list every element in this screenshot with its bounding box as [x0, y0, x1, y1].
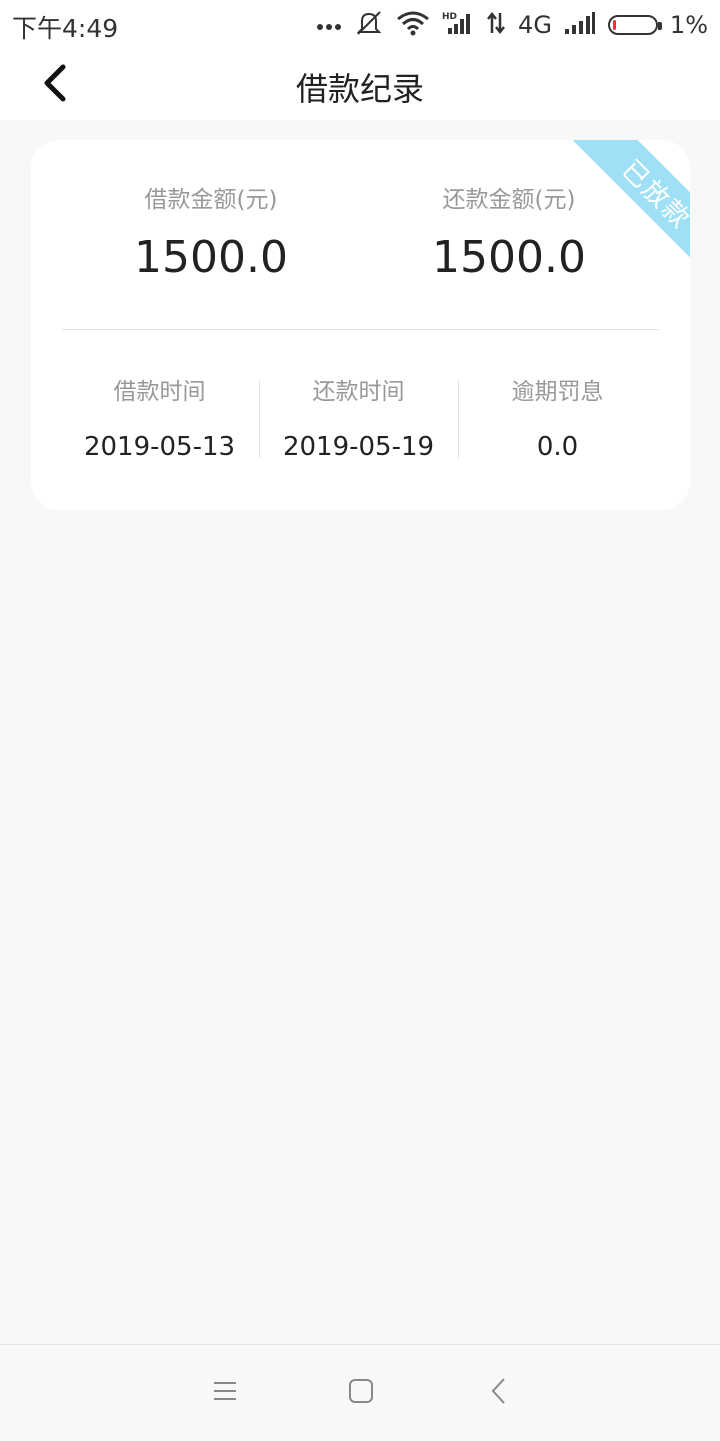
back-icon: [489, 1377, 509, 1409]
nav-back-button[interactable]: [479, 1373, 519, 1413]
loan-date: 借款时间 2019-05-13: [60, 372, 259, 462]
repay-amount-value: 1500.0: [432, 232, 586, 283]
card-divider: [62, 329, 659, 330]
home-icon: [348, 1378, 374, 1408]
overdue-penalty-label: 逾期罚息: [511, 379, 604, 405]
svg-text:HD: HD: [442, 12, 457, 22]
home-button[interactable]: [341, 1373, 381, 1413]
signal-icon: [564, 11, 596, 39]
network-type: 4G: [518, 11, 552, 39]
repay-date: 还款时间 2019-05-19: [259, 372, 458, 462]
loan-amount-value: 1500.0: [134, 232, 288, 283]
menu-icon: [212, 1380, 238, 1406]
repay-date-value: 2019-05-19: [282, 432, 435, 462]
repay-date-label: 还款时间: [312, 379, 405, 405]
battery-percent: 1%: [669, 11, 708, 39]
overdue-penalty-value: 0.0: [536, 432, 579, 462]
loan-record-card[interactable]: 已放款 借款金额(元) 1500.0 还款金额(元) 1500.0 借款时间 2…: [31, 140, 690, 510]
loan-amount: 借款金额(元) 1500.0: [61, 180, 361, 283]
loan-amount-label: 借款金额(元): [144, 187, 278, 213]
silent-icon: [354, 9, 384, 41]
status-icons: HD 4G 1%: [316, 8, 708, 42]
overdue-penalty: 逾期罚息 0.0: [458, 372, 657, 462]
system-nav-bar: [0, 1344, 720, 1441]
repay-amount: 还款金额(元) 1500.0: [359, 180, 659, 283]
data-arrows-icon: [486, 11, 506, 39]
battery-icon: [607, 15, 662, 35]
repay-amount-label: 还款金额(元): [442, 187, 576, 213]
hd-signal-icon: HD: [442, 10, 474, 40]
loan-date-label: 借款时间: [113, 379, 206, 405]
app-header: 借款纪录: [0, 50, 720, 120]
more-dots-icon: [316, 16, 342, 35]
wifi-icon: [396, 10, 430, 40]
loan-date-value: 2019-05-13: [83, 432, 236, 462]
page-title: 借款纪录: [295, 70, 424, 108]
menu-button[interactable]: [205, 1373, 245, 1413]
status-bar: 下午4:49 HD 4G 1%: [0, 0, 720, 50]
status-time: 下午4:49: [12, 14, 119, 43]
